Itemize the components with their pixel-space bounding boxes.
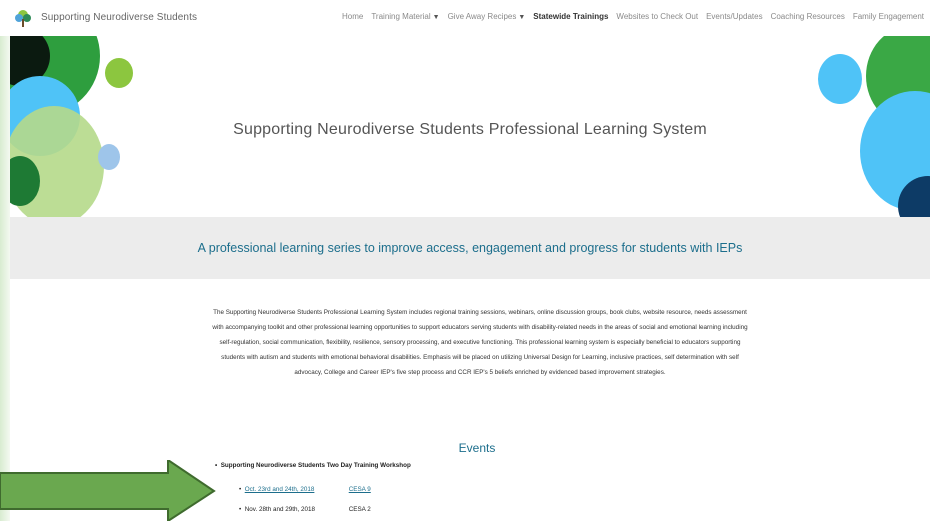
event-date-link[interactable]: Oct. 23rd and 24th, 2018 — [245, 486, 349, 493]
nav-item-training-material[interactable]: Training Material ▼ — [371, 12, 439, 21]
main-nav: Home Training Material ▼ Give Away Recipe… — [342, 12, 924, 21]
nav-item-label: Give Away Recipes — [447, 12, 517, 21]
nav-item-statewide-trainings[interactable]: Statewide Trainings — [533, 12, 608, 21]
arrow-right-icon — [0, 460, 216, 521]
hero-title: Supporting Neurodiverse Students Profess… — [233, 121, 707, 138]
nav-item-events-updates[interactable]: Events/Updates — [706, 12, 762, 21]
nav-item-label: Training Material — [371, 12, 431, 21]
nav-item-coaching-resources[interactable]: Coaching Resources — [771, 12, 845, 21]
event-location: CESA 2 — [348, 506, 371, 513]
decorative-circle — [105, 58, 133, 88]
nav-item-home[interactable]: Home — [342, 12, 363, 21]
nav-item-label: Statewide Trainings — [533, 12, 609, 21]
nav-item-give-away-recipes[interactable]: Give Away Recipes ▼ — [448, 12, 526, 21]
event-session-row: • Nov. 28th and 29th, 2018 CESA 2 — [239, 506, 371, 513]
nav-item-label: Home — [342, 12, 364, 21]
nav-item-label: Websites to Check Out — [616, 12, 699, 21]
event-session-row: • Oct. 23rd and 24th, 2018 CESA 9 — [239, 486, 371, 493]
site-name[interactable]: Supporting Neurodiverse Students — [41, 12, 197, 23]
chevron-down-icon: ▼ — [432, 14, 440, 21]
event-location-link[interactable]: CESA 9 — [349, 486, 371, 493]
event-title: Supporting Neurodiverse Students Two Day… — [220, 462, 411, 469]
tree-logo-icon[interactable] — [14, 9, 32, 27]
nav-item-websites[interactable]: Websites to Check Out — [616, 12, 698, 21]
nav-item-family-engagement[interactable]: Family Engagement — [853, 12, 924, 21]
description-paragraph: The Supporting Neurodiverse Students Pro… — [212, 309, 748, 376]
chevron-down-icon: ▼ — [518, 14, 526, 21]
site-header: Supporting Neurodiverse Students Home Tr… — [0, 0, 930, 36]
nav-item-label: Family Engagement — [852, 12, 924, 21]
decorative-circle — [98, 144, 120, 170]
list-item: • Supporting Neurodiverse Students Two D… — [215, 462, 411, 469]
tagline-text: A professional learning series to improv… — [197, 241, 743, 255]
nav-item-label: Coaching Resources — [770, 12, 845, 21]
event-date: Nov. 28th and 29th, 2018 — [244, 506, 315, 513]
tagline-band: A professional learning series to improv… — [10, 217, 930, 279]
nav-item-label: Events/Updates — [706, 12, 763, 21]
decorative-circle — [818, 54, 862, 104]
events-heading: Events — [458, 441, 496, 455]
hero-banner: Supporting Neurodiverse Students Profess… — [10, 36, 930, 217]
